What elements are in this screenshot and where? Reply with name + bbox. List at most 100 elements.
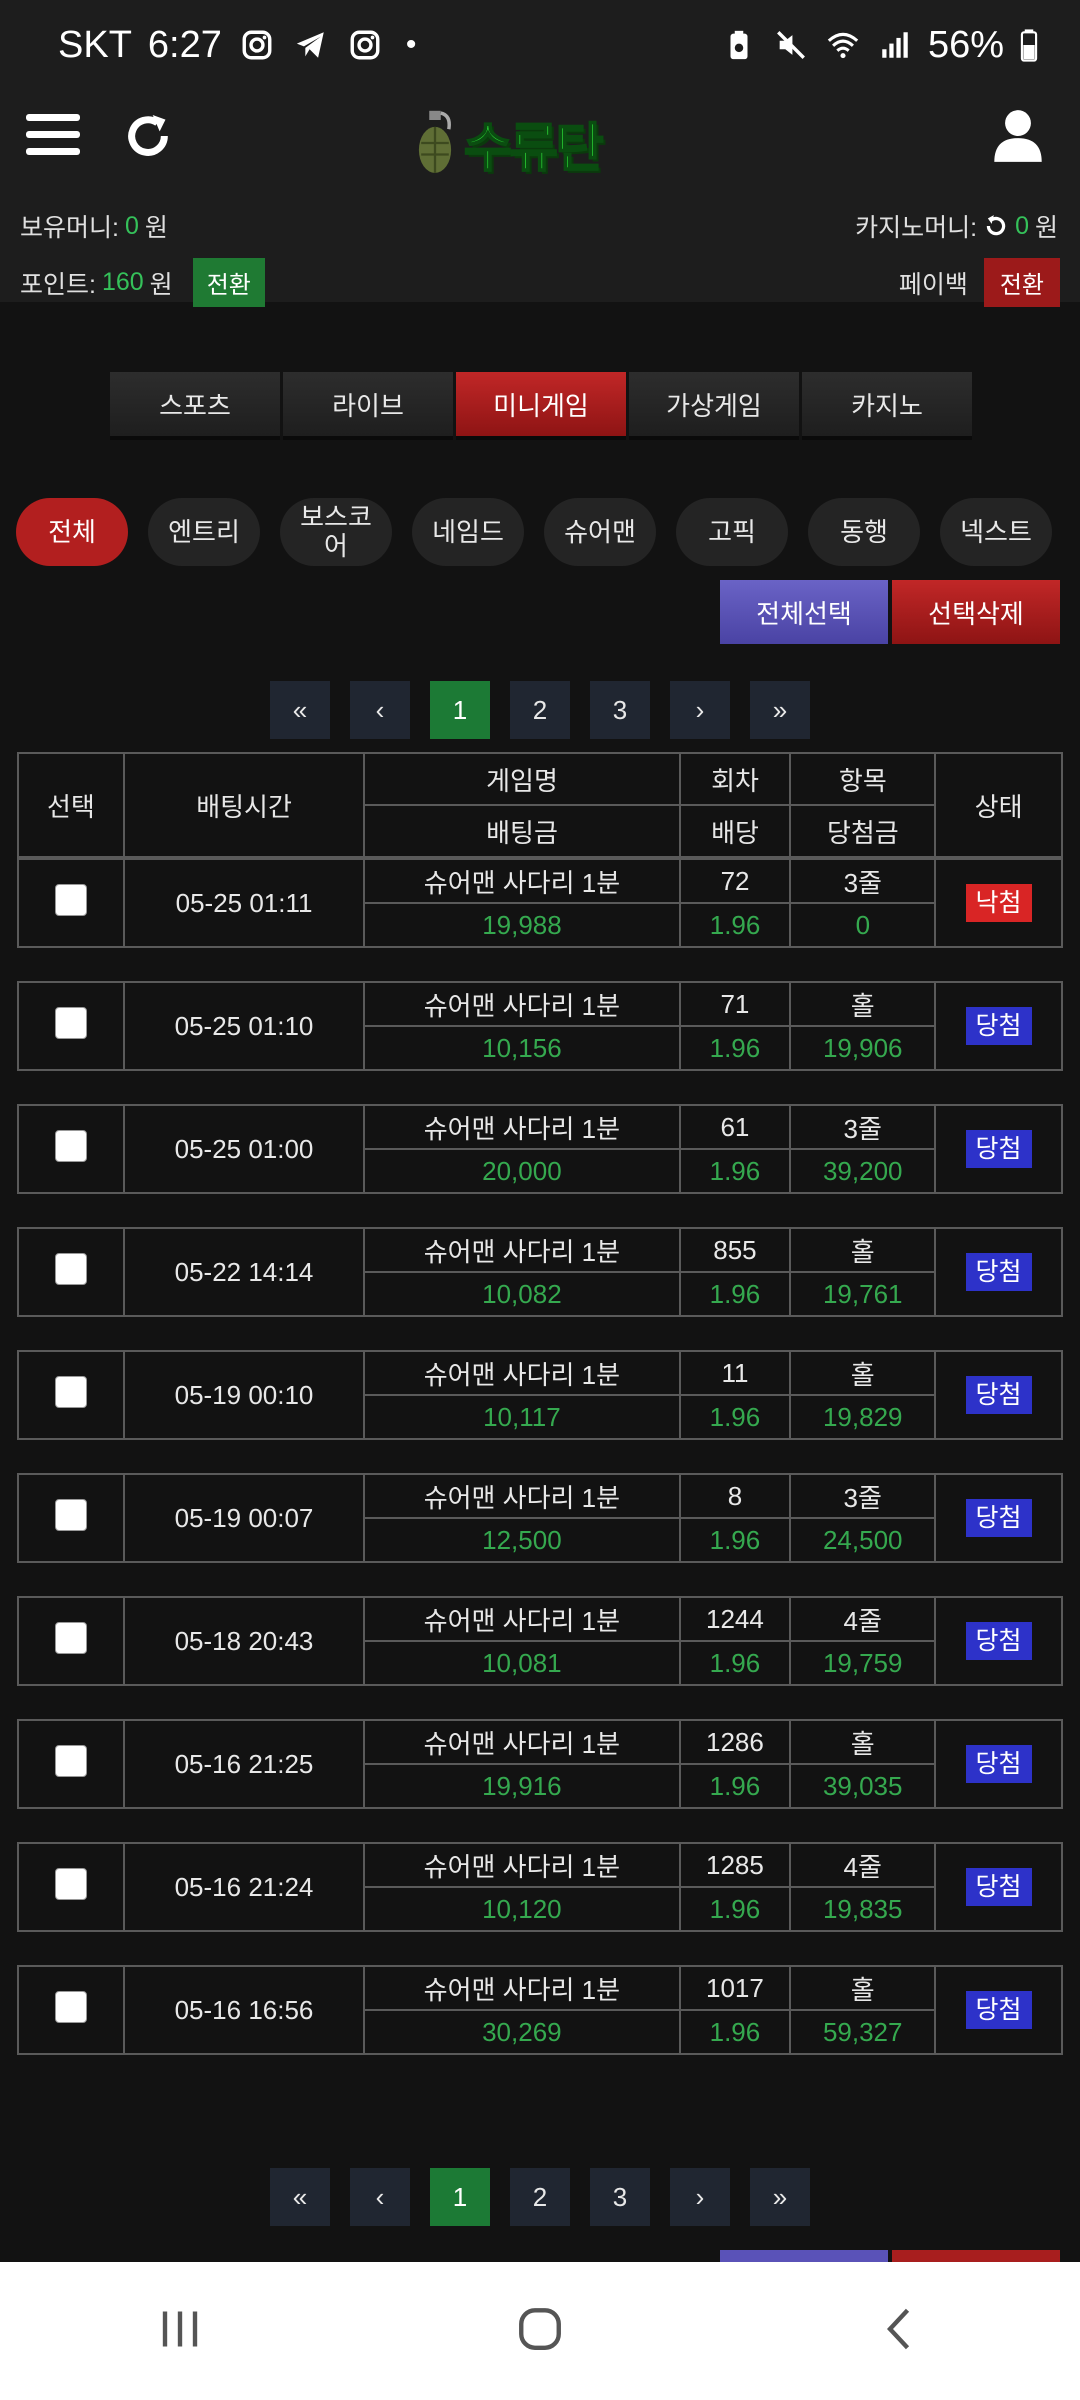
page-last-button[interactable]: » [750,2168,810,2226]
page-button[interactable]: 2 [510,681,570,739]
game-name: 슈어맨 사다리 1분 [363,1350,681,1396]
page-first-button[interactable]: « [270,2168,330,2226]
subtab-next[interactable]: 넥스트 [940,498,1052,566]
table-row: 05-19 00:07 슈어맨 사다리 1분 8 3줄 당첨 12,500 1.96 24,5… [17,1473,1063,1563]
row-checkbox[interactable] [54,1498,87,1531]
odds: 1.96 [678,2009,792,2055]
page-button[interactable]: 1 [430,681,490,739]
row-checkbox[interactable] [54,1375,87,1408]
subtab-sureman[interactable]: 슈어맨 [544,498,656,566]
user-icon[interactable] [992,108,1048,168]
odds: 1.96 [678,1025,792,1071]
site-logo[interactable]: 수류탄 [412,102,672,184]
subtab-bosscore[interactable]: 보스코 어 [280,498,392,566]
round: 855 [678,1227,792,1273]
bet-amount: 10,081 [363,1640,681,1686]
page-button[interactable]: 3 [590,2168,650,2226]
bet-item: 홀 [789,1227,937,1273]
game-name: 슈어맨 사다리 1분 [363,1227,681,1273]
page-next-button[interactable]: › [670,681,730,739]
page-prev-button[interactable]: ‹ [350,681,410,739]
header-status: 상태 [934,752,1063,858]
odds: 1.96 [678,1640,792,1686]
points-convert-button[interactable]: 전환 [192,258,265,307]
subtab-donghaeng[interactable]: 동행 [808,498,920,566]
points-label: 포인트: [20,270,96,299]
grenade-icon [418,110,452,173]
bet-amount: 20,000 [363,1148,681,1194]
status-badge: 당첨 [965,1499,1032,1537]
menu-icon[interactable] [26,114,80,162]
subtab-entry[interactable]: 엔트리 [148,498,260,566]
tab-virtual[interactable]: 가상게임 [629,372,799,436]
row-checkbox[interactable] [54,1621,87,1654]
points-unit: 원 [149,270,173,299]
payback-convert-button[interactable]: 전환 [983,258,1060,307]
status-bar: SKT 6:27 • 56% [0,0,1080,90]
row-select-cell [17,1104,125,1194]
bet-time: 05-19 00:10 [122,1350,366,1440]
subtab-named[interactable]: 네임드 [412,498,524,566]
status-cell: 낙첨 [934,858,1063,948]
status-badge: 당첨 [965,1007,1032,1045]
bet-item: 홀 [789,981,937,1027]
bet-time: 05-16 21:25 [122,1719,366,1809]
select-all-button[interactable]: 전체선택 [720,580,888,644]
row-checkbox[interactable] [54,883,87,916]
round: 11 [678,1350,792,1396]
bet-actions-bottom [720,2250,1060,2262]
subtab-gopick[interactable]: 고픽 [676,498,788,566]
row-checkbox[interactable] [54,1129,87,1162]
back-icon[interactable] [875,2304,925,2359]
subtab-all[interactable]: 전체 [16,498,128,566]
casino-refresh-icon[interactable] [983,213,1009,239]
round: 1285 [678,1842,792,1888]
tab-minigame[interactable]: 미니게임 [456,372,626,436]
recent-apps-icon[interactable] [155,2304,205,2359]
win-amount: 39,200 [789,1148,937,1194]
odds: 1.96 [678,1886,792,1932]
table-row: 05-16 16:56 슈어맨 사다리 1분 1017 홀 당첨 30,269 1.96 59… [17,1965,1063,2055]
status-badge: 당첨 [965,1253,1032,1291]
page-button[interactable]: 2 [510,2168,570,2226]
table-row: 05-22 14:14 슈어맨 사다리 1분 855 홀 당첨 10,082 1.96 19,… [17,1227,1063,1317]
row-checkbox[interactable] [54,1252,87,1285]
page-first-button[interactable]: « [270,681,330,739]
row-checkbox[interactable] [54,1744,87,1777]
header-bet-amount: 배팅금 [363,804,681,858]
row-checkbox[interactable] [54,1006,87,1039]
page-next-button[interactable]: › [670,2168,730,2226]
header-select: 선택 [17,752,125,858]
tab-casino[interactable]: 카지노 [802,372,972,436]
row-select-cell [17,1350,125,1440]
row-checkbox[interactable] [54,1867,87,1900]
delete-selected-button-peek[interactable] [892,2250,1060,2262]
delete-selected-button[interactable]: 선택삭제 [892,580,1060,644]
main-tabs: 스포츠 라이브 미니게임 가상게임 카지노 [110,372,972,436]
status-badge: 당첨 [965,1376,1032,1414]
casino-unit: 원 [1034,214,1058,242]
game-name: 슈어맨 사다리 1분 [363,1965,681,2011]
tab-sports[interactable]: 스포츠 [110,372,280,436]
status-cell: 당첨 [934,1965,1063,2055]
header-odds: 배당 [678,804,792,858]
page-prev-button[interactable]: ‹ [350,2168,410,2226]
win-amount: 19,906 [789,1025,937,1071]
game-name: 슈어맨 사다리 1분 [363,1473,681,1519]
row-checkbox[interactable] [54,1990,87,2023]
table-row: 05-25 01:10 슈어맨 사다리 1분 71 홀 당첨 10,156 1.96 19,9… [17,981,1063,1071]
bet-time: 05-18 20:43 [122,1596,366,1686]
home-icon[interactable] [515,2304,565,2359]
bet-amount: 19,988 [363,902,681,948]
header-bet-time: 배팅시간 [122,752,366,858]
game-name: 슈어맨 사다리 1분 [363,1842,681,1888]
tab-live[interactable]: 라이브 [283,372,453,436]
bet-item: 홀 [789,1965,937,2011]
refresh-icon[interactable] [120,108,176,164]
status-badge: 당첨 [965,1745,1032,1783]
page-button[interactable]: 1 [430,2168,490,2226]
bet-time: 05-16 21:24 [122,1842,366,1932]
page-last-button[interactable]: » [750,681,810,739]
select-all-button-peek[interactable] [720,2250,888,2262]
page-button[interactable]: 3 [590,681,650,739]
